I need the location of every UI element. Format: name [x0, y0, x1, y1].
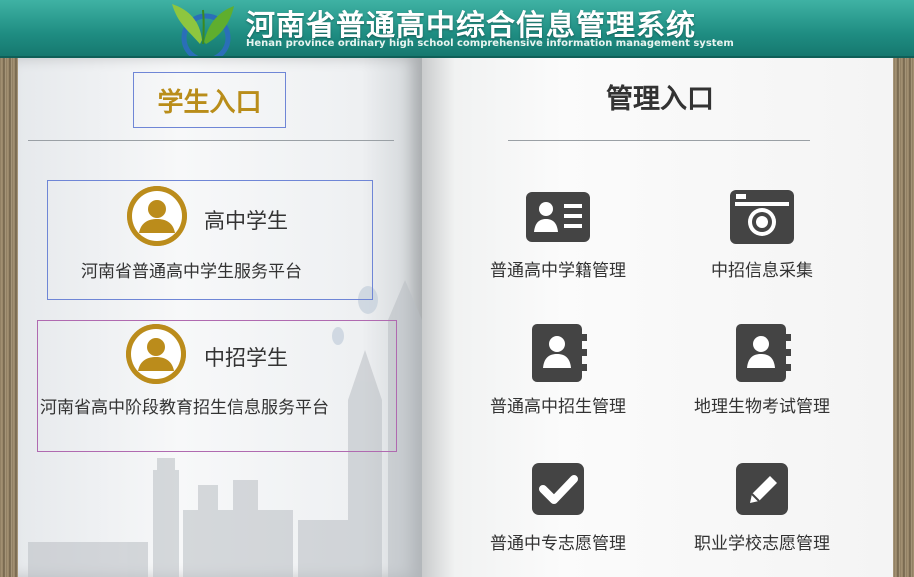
logo-icon — [172, 4, 234, 56]
tile-zhongzhao-info-collection[interactable]: 中招信息采集 — [667, 188, 857, 288]
student-page — [18, 58, 422, 577]
tile-label: 职业学校志愿管理 — [694, 534, 830, 554]
divider — [508, 140, 810, 141]
camera-icon — [730, 190, 794, 244]
checkbox-icon — [532, 463, 584, 515]
entry-name: 高中学生 — [204, 209, 288, 233]
id-card-icon — [526, 192, 590, 242]
tile-geo-bio-exam-management[interactable]: 地理生物考试管理 — [667, 324, 857, 424]
contact-book-icon — [736, 324, 791, 382]
entry-desc: 河南省高中阶段教育招生信息服务平台 — [40, 398, 329, 418]
tile-label: 普通中专志愿管理 — [490, 534, 626, 554]
admin-entry-title: 管理入口 — [606, 84, 714, 115]
tile-label: 地理生物考试管理 — [694, 397, 830, 417]
student-entry-title: 学生入口 — [133, 72, 286, 128]
tile-high-school-enrollment-management[interactable]: 普通高中招生管理 — [463, 324, 653, 424]
contact-book-icon — [532, 324, 587, 382]
app-header: 河南省普通高中综合信息管理系统 Henan province ordinary … — [0, 0, 914, 58]
divider — [28, 140, 394, 141]
tile-label: 中招信息采集 — [711, 261, 813, 281]
entry-name: 中招学生 — [204, 346, 288, 370]
tile-secondary-vocational-preference-management[interactable]: 普通中专志愿管理 — [463, 461, 653, 561]
entry-high-school-student[interactable]: 高中学生 河南省普通高中学生服务平台 — [47, 180, 373, 300]
tile-label: 普通高中招生管理 — [490, 397, 626, 417]
app-subtitle: Henan province ordinary high school comp… — [246, 38, 734, 49]
entry-desc: 河南省普通高中学生服务平台 — [81, 262, 302, 282]
user-circle-icon — [126, 324, 186, 384]
edit-icon — [736, 463, 788, 515]
tile-label: 普通高中学籍管理 — [490, 261, 626, 281]
tile-student-status-management[interactable]: 普通高中学籍管理 — [463, 188, 653, 288]
tile-vocational-school-preference-management[interactable]: 职业学校志愿管理 — [667, 461, 857, 561]
user-circle-icon — [127, 186, 187, 246]
entry-zhongzhao-student[interactable]: 中招学生 河南省高中阶段教育招生信息服务平台 — [37, 320, 397, 452]
